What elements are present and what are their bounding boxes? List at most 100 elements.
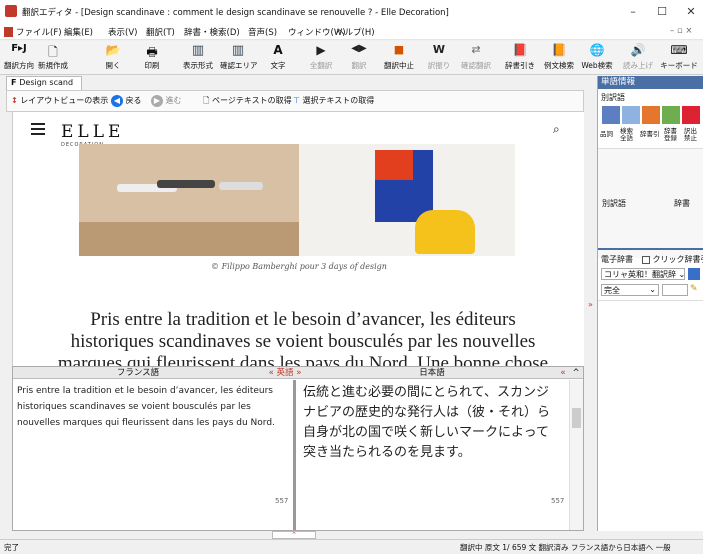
dictionary-search-icon[interactable] (688, 268, 700, 280)
get-selected-text-button[interactable]: ⊤ 選択テキストの取得 (293, 95, 374, 106)
toolbar: F▸J 翻訳方向 🗋 新規作成 📂 開く 🖶 印刷 ▥ 表示形式 ▥ 確認エリア A 文字 ▶… (0, 41, 703, 75)
font-icon: A (273, 43, 283, 57)
keyboard-button[interactable]: ⌨ キーボード (660, 43, 698, 71)
back-button[interactable]: ◀ 戻る (111, 95, 142, 107)
menu-file[interactable]: ファイル(F) (16, 26, 62, 38)
word-info-title: 単語情報 (598, 76, 703, 89)
menu-edit[interactable]: 編集(E) (64, 26, 93, 38)
web-search-button[interactable]: 🌐 Web検索 (580, 43, 614, 71)
selection-icon: ⊤ (293, 96, 300, 105)
scroll-up-arrow[interactable]: ^ (569, 367, 583, 379)
open-button[interactable]: 📂 開く (100, 43, 126, 71)
swap-language-arrow[interactable]: « 英語 » (263, 367, 307, 379)
back-icon: ◀ (111, 95, 123, 107)
layout-icon: ▥ (191, 43, 205, 58)
swap-icon: ⇄ (471, 43, 481, 56)
read-aloud-button[interactable]: 🔊 読み上げ (621, 43, 655, 71)
direction-icon: F▸J (11, 43, 27, 54)
target-scrollbar[interactable] (569, 380, 583, 530)
dict-lookup-icon[interactable] (642, 106, 660, 124)
button-label-search: 検索 全語 (620, 127, 633, 142)
menu-help[interactable]: ヘルプ(H) (336, 26, 375, 38)
display-format-button[interactable]: ▥ 表示形式 (180, 43, 216, 71)
translation-panes: フランス語 « 英語 » 日本語 « ^ Pris entre la tradi… (12, 366, 584, 531)
site-logo[interactable]: ELLE (61, 122, 124, 142)
alt-translation-tab[interactable]: 別訳語 (601, 92, 625, 103)
target-text-area[interactable]: 伝統と進む必要の間にとられて、スカンジナビアの歴史的な発行人は（彼・それ）ら自身… (303, 383, 559, 463)
search-all-icon[interactable] (622, 106, 640, 124)
scroll-thumb[interactable] (572, 408, 581, 428)
mdi-controls[interactable]: – ▫ × (670, 26, 693, 36)
status-right: 翻訳中 原文 1/ 659 文 翻訳済み フランス語から日本語へ 一般 (460, 543, 671, 552)
click-dict-checkbox[interactable]: クリック辞書引 (642, 254, 703, 265)
stop-translation-button[interactable]: ■ 翻訳中止 (381, 43, 417, 71)
confirm-area-button[interactable]: ▥ 確認エリア (220, 43, 258, 71)
panel-separator (598, 248, 703, 250)
pane-divider[interactable] (293, 380, 296, 530)
expand-panes-handle[interactable]: ⌃ (272, 531, 316, 539)
play-icon: ▶ (316, 43, 326, 57)
new-button[interactable]: 🗋 新規作成 (36, 43, 70, 71)
forward-icon: ▶ (151, 95, 163, 107)
globe-icon: 🌐 (589, 43, 605, 57)
source-language-header: フランス語 (13, 367, 263, 379)
title-bar: 翻訳エディタ - [Design scandinave : comment le… (0, 0, 703, 24)
menu-voice[interactable]: 音声(S) (248, 26, 277, 38)
dictionary-result-area[interactable] (598, 300, 703, 531)
status-left: 完了 (4, 543, 19, 552)
menu-dictionary[interactable]: 辞書・検索(D) (184, 26, 240, 38)
target-char-count: 557 (551, 497, 565, 505)
dictionary-lookup-button[interactable]: 📕 辞書引き (503, 43, 537, 71)
word-icon: W (432, 43, 446, 56)
window-title: 翻訳エディタ - [Design scandinave : comment le… (22, 8, 449, 18)
document-tab[interactable]: F Design scand (6, 76, 82, 90)
alt-translation-label: 別訳語 (602, 199, 626, 208)
app-icon (5, 5, 17, 17)
font-button[interactable]: A 文字 (266, 43, 290, 71)
example-book-icon: 📙 (551, 43, 567, 57)
menu-bar: ファイル(F) 編集(E) 表示(V) 翻訳(T) 辞書・検索(D) 音声(S)… (0, 24, 703, 40)
collapse-icon[interactable]: « (557, 367, 569, 379)
part-of-speech-icon[interactable] (602, 106, 620, 124)
lookup-input[interactable] (662, 284, 688, 296)
web-view[interactable]: ELLE DECORATION ⌕ © Filippo Bamberghi po… (12, 112, 584, 366)
columns-icon: ▥ (231, 43, 245, 58)
close-button[interactable]: ✕ (680, 2, 702, 22)
checkbox-icon (642, 255, 650, 264)
source-text-area[interactable]: Pris entre la tradition et le besoin d’a… (17, 383, 283, 431)
minimize-button[interactable]: – (622, 2, 644, 22)
menu-icon[interactable] (31, 123, 45, 135)
menu-view[interactable]: 表示(V) (108, 26, 137, 38)
translate-all-button[interactable]: ▶ 全翻訳 (306, 43, 336, 71)
menu-translate[interactable]: 翻訳(T) (146, 26, 175, 38)
word-info-panel: 単語情報 別訳語 品詞 検索 全語 辞書引 辞書 登録 訳出 禁止 別訳語 辞書… (597, 76, 703, 531)
dictionary-select[interactable]: コリャ英和！翻訳辞 ⌄ (601, 268, 685, 280)
print-button[interactable]: 🖶 印刷 (139, 43, 165, 71)
side-panel-toggle[interactable]: » (588, 300, 596, 320)
layout-view-button[interactable]: ↕ レイアウトビューの表示 (11, 95, 108, 106)
translation-direction-button[interactable]: F▸J 翻訳方向 (4, 43, 34, 71)
status-bar: 完了 翻訳中 原文 1/ 659 文 翻訳済み フランス語から日本語へ 一般 (0, 539, 703, 554)
search-icon[interactable]: ⌕ (553, 122, 560, 137)
example-search-button[interactable]: 📙 例文検索 (541, 43, 577, 71)
forward-button[interactable]: ▶ 進む (151, 95, 182, 107)
target-language-header: 日本語 (307, 367, 557, 379)
translate-button[interactable]: ◀▶ 翻訳 (346, 43, 372, 71)
word-assign-button[interactable]: W 訳振り (426, 43, 452, 71)
panel-icon-row (600, 106, 703, 126)
browse-toolbar: ↕ レイアウトビューの表示 ◀ 戻る ▶ 進む 🗋 ページテキストの取得 ⊤ 選… (6, 90, 584, 112)
button-label-pos: 品詞 (600, 130, 613, 138)
match-mode-select[interactable]: 完全 ⌄ (601, 284, 659, 296)
document-tab-label: Design scand (19, 78, 74, 87)
source-char-count: 557 (275, 497, 289, 505)
button-label-lookup: 辞書引 (640, 130, 660, 138)
no-translate-icon[interactable] (682, 106, 700, 124)
tab-letter: F (11, 78, 20, 87)
page-icon: 🗋 (203, 96, 210, 105)
get-page-text-button[interactable]: 🗋 ページテキストの取得 (203, 95, 292, 109)
lookup-go-icon[interactable]: ✎ (690, 284, 702, 296)
dict-register-icon[interactable] (662, 106, 680, 124)
article-lead: Pris entre la tradition et le besoin d’a… (57, 309, 549, 366)
confirm-translation-button[interactable]: ⇄ 確認翻訳 (458, 43, 494, 71)
maximize-button[interactable]: ☐ (651, 2, 673, 22)
